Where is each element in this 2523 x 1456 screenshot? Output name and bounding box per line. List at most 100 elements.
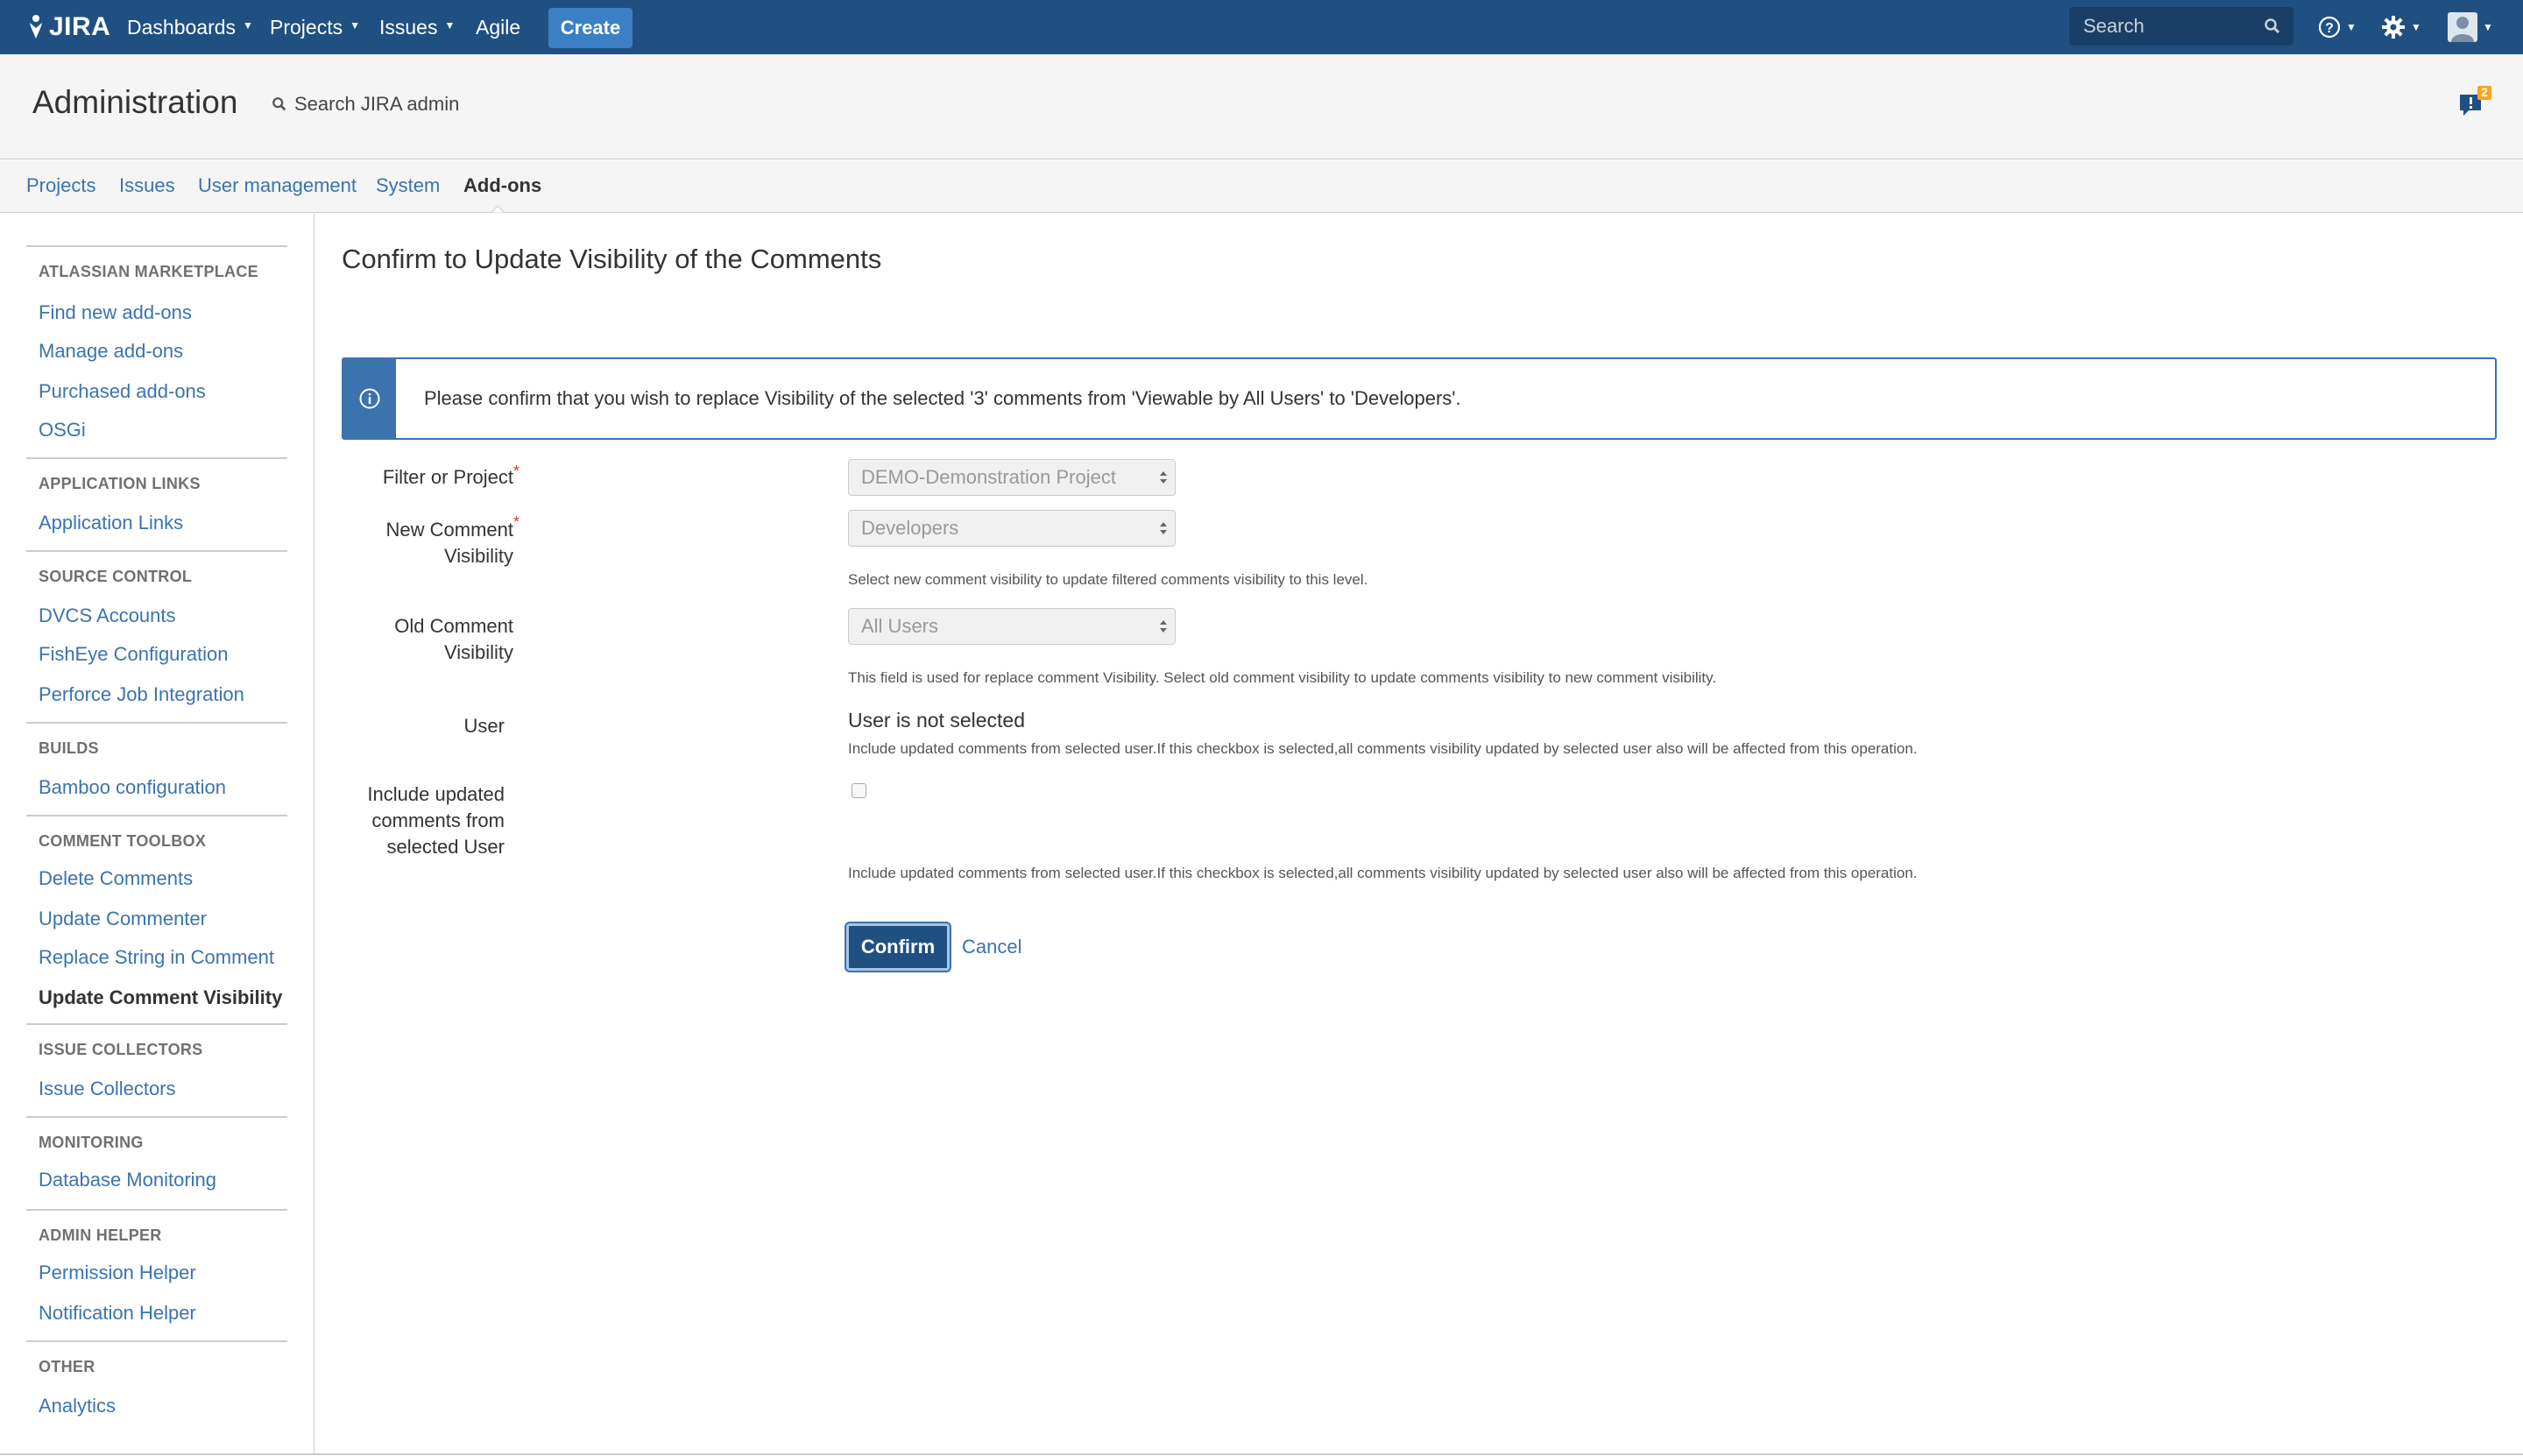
new-visibility-label-line2: Visibility [443, 545, 513, 567]
sidebar-divider [26, 1209, 287, 1211]
main-content: Confirm to Update Visibility of the Comm… [315, 214, 2523, 1454]
sidebar-item-issue-collectors[interactable]: Issue Collectors [39, 1078, 176, 1100]
user-profile-menu[interactable]: ▼ [2448, 12, 2493, 42]
page-title: Administration [32, 84, 238, 120]
nav-projects[interactable]: Projects ▼ [270, 0, 360, 54]
sidebar-item-dvcs-accounts[interactable]: DVCS Accounts [39, 604, 176, 627]
old-visibility-select[interactable]: All Users [848, 608, 1176, 645]
include-updated-label-line2: comments from [371, 809, 505, 831]
sidebar-item-database-monitoring[interactable]: Database Monitoring [39, 1169, 216, 1191]
sidebar-divider [26, 1340, 287, 1342]
sidebar-heading-admin-helper: ADMIN HELPER [39, 1226, 162, 1244]
sidebar-item-notification-helper[interactable]: Notification Helper [39, 1302, 196, 1325]
tab-issues[interactable]: Issues [119, 174, 175, 197]
sidebar-item-fisheye-configuration[interactable]: FishEye Configuration [39, 643, 228, 666]
search-input[interactable]: Search [2069, 7, 2293, 46]
sidebar-item-perforce-job-integration[interactable]: Perforce Job Integration [39, 683, 244, 706]
info-strip [343, 359, 396, 438]
info-message: Please confirm that you wish to replace … [342, 357, 2497, 440]
filter-or-project-value: DEMO-Demonstration Project [861, 466, 1116, 488]
confirm-button[interactable]: Confirm [846, 923, 950, 971]
select-arrows-icon [1160, 471, 1167, 484]
admin-sidebar: ATLASSIAN MARKETPLACE Find new add-ons M… [0, 214, 314, 1454]
nav-agile-label: Agile [476, 15, 521, 39]
old-visibility-label: Old Comment Visibility [315, 613, 513, 666]
sidebar-item-update-commenter[interactable]: Update Commenter [39, 908, 207, 930]
sidebar-heading-other: OTHER [39, 1358, 95, 1375]
search-placeholder: Search [2083, 15, 2145, 37]
sidebar-divider [26, 550, 287, 552]
sidebar-item-find-new-add-ons[interactable]: Find new add-ons [39, 301, 192, 324]
user-avatar-icon [2448, 12, 2477, 42]
feedback-icon [2460, 86, 2491, 116]
sidebar-divider [26, 1023, 287, 1025]
sidebar-item-application-links[interactable]: Application Links [39, 512, 183, 534]
old-visibility-value: All Users [861, 615, 939, 637]
sidebar-item-delete-comments[interactable]: Delete Comments [39, 867, 193, 890]
sidebar-item-permission-helper[interactable]: Permission Helper [39, 1262, 196, 1284]
tab-projects[interactable]: Projects [26, 174, 95, 197]
feedback-button[interactable]: 2 [2458, 85, 2493, 121]
required-marker: * [513, 513, 520, 531]
include-updated-label: Include updated comments from selected U… [307, 781, 505, 860]
sidebar-item-analytics[interactable]: Analytics [39, 1395, 116, 1417]
admin-settings-menu[interactable]: ▼ [2381, 12, 2421, 42]
svg-text:?: ? [2325, 21, 2334, 36]
sidebar-divider [26, 1116, 287, 1118]
chevron-down-icon: ▼ [2483, 21, 2493, 33]
select-arrows-icon [1160, 522, 1167, 534]
nav-agile[interactable]: Agile [476, 0, 520, 54]
admin-search-label: Search JIRA admin [294, 93, 460, 115]
sidebar-heading-issue-collectors: ISSUE COLLECTORS [39, 1041, 203, 1058]
tab-add-ons[interactable]: Add-ons [463, 174, 541, 197]
active-tab-indicator [491, 206, 505, 213]
sidebar-divider [26, 722, 287, 724]
jira-logo[interactable]: JIRA [26, 12, 110, 42]
tab-system[interactable]: System [376, 174, 440, 197]
info-message-text: Please confirm that you wish to replace … [424, 387, 1461, 409]
sidebar-heading-builds: BUILDS [39, 739, 99, 757]
select-arrows-icon [1160, 620, 1167, 633]
new-visibility-value: Developers [861, 517, 959, 539]
chevron-down-icon: ▼ [2411, 21, 2421, 33]
sidebar-item-bamboo-configuration[interactable]: Bamboo configuration [39, 776, 226, 799]
sidebar-item-update-comment-visibility[interactable]: Update Comment Visibility [39, 986, 282, 1009]
nav-dashboards[interactable]: Dashboards ▼ [127, 0, 253, 54]
user-description: Include updated comments from selected u… [848, 740, 1918, 757]
sidebar-divider [26, 815, 287, 816]
sidebar-item-manage-add-ons[interactable]: Manage add-ons [39, 340, 183, 363]
required-marker: * [513, 463, 520, 480]
chevron-down-icon: ▼ [2346, 21, 2357, 33]
admin-search[interactable]: Search JIRA admin [272, 93, 459, 116]
tab-user-management[interactable]: User management [198, 174, 357, 197]
sidebar-divider [26, 245, 287, 247]
old-visibility-label-line1: Old Comment [394, 615, 513, 637]
sidebar-heading-application-links: APPLICATION LINKS [39, 475, 201, 492]
include-updated-description: Include updated comments from selected u… [848, 865, 1918, 881]
gear-icon [2382, 16, 2405, 39]
search-icon [2265, 18, 2280, 34]
jira-logo-text: JIRA [49, 12, 111, 41]
new-visibility-select[interactable]: Developers [848, 510, 1176, 547]
create-button[interactable]: Create [548, 8, 633, 48]
chevron-down-icon: ▼ [243, 19, 253, 32]
info-icon [359, 388, 380, 409]
filter-or-project-select[interactable]: DEMO-Demonstration Project [848, 459, 1176, 496]
filter-or-project-label: Filter or Project [382, 466, 513, 488]
help-menu[interactable]: ? ▼ [2318, 12, 2357, 42]
sidebar-item-osgi[interactable]: OSGi [39, 419, 86, 442]
cancel-link[interactable]: Cancel [962, 936, 1021, 958]
sidebar-item-purchased-add-ons[interactable]: Purchased add-ons [39, 380, 206, 403]
sidebar-heading-comment-toolbox: COMMENT TOOLBOX [39, 832, 207, 850]
sidebar-divider [26, 457, 287, 459]
include-updated-checkbox[interactable] [852, 783, 866, 798]
sidebar-item-replace-string-in-comment[interactable]: Replace String in Comment [39, 946, 274, 969]
new-visibility-description: Select new comment visibility to update … [848, 571, 1368, 588]
sidebar-heading-marketplace: ATLASSIAN MARKETPLACE [39, 263, 258, 280]
nav-issues[interactable]: Issues ▼ [379, 0, 455, 54]
sidebar-heading-source-control: SOURCE CONTROL [39, 568, 193, 585]
admin-header: Administration Search JIRA admin 2 [0, 54, 2523, 159]
feedback-count: 2 [2481, 85, 2488, 99]
user-value: User is not selected [848, 709, 1025, 732]
chevron-down-icon: ▼ [350, 19, 360, 32]
